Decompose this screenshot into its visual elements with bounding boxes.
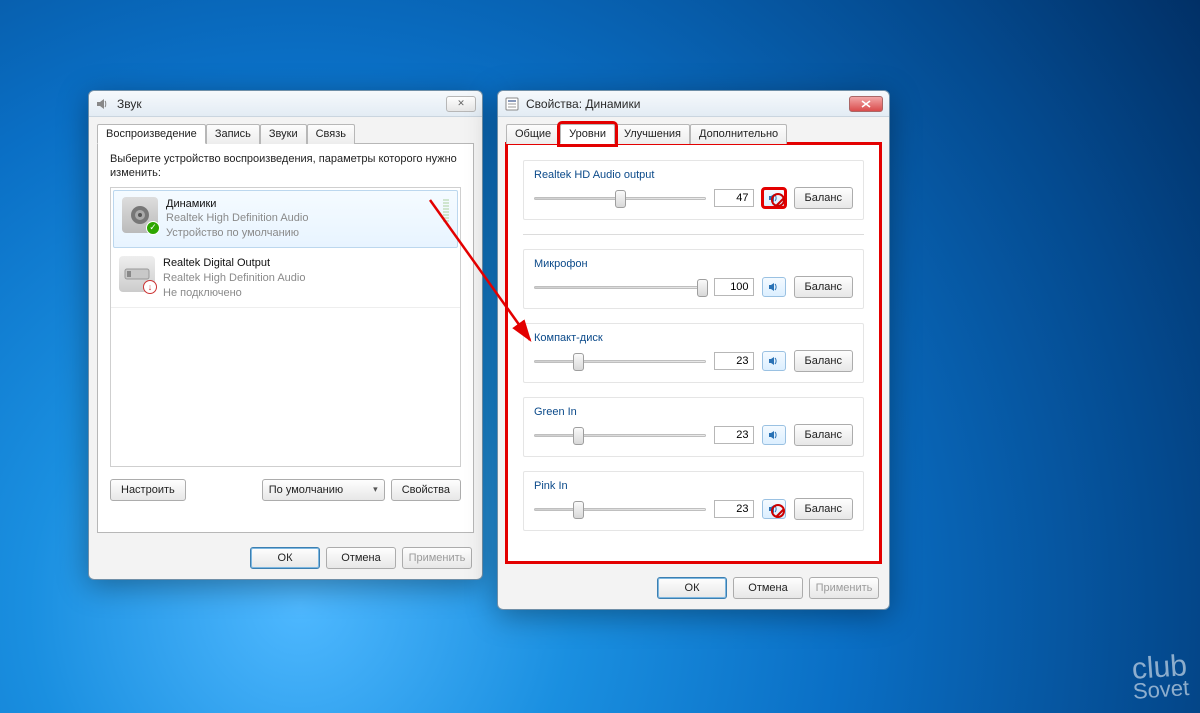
device-name: Realtek Digital Output [163,256,305,271]
tab-levels[interactable]: Уровни [560,124,615,144]
desktop: Звук ✕ Воспроизведение Запись Звуки Связ… [0,0,1200,713]
default-check-icon: ✓ [146,221,160,235]
volume-value[interactable] [714,189,754,207]
properties-icon [504,96,520,112]
configure-button[interactable]: Настроить [110,479,186,501]
device-driver: Realtek High Definition Audio [166,211,308,226]
sound-tabs: Воспроизведение Запись Звуки Связь [89,117,482,143]
instruction-text: Выберите устройство воспроизведения, пар… [110,152,461,181]
sound-titlebar[interactable]: Звук ✕ [89,91,482,117]
levels-tab-body: Realtek HD Audio output Баланс Микрофон [506,143,881,563]
speaker-icon [768,355,780,367]
volume-value[interactable] [714,352,754,370]
level-label: Pink In [534,480,853,492]
sound-title: Звук [117,97,142,111]
tab-general[interactable]: Общие [506,124,560,144]
balance-button[interactable]: Баланс [794,187,853,209]
speaker-icon [95,96,111,112]
tab-communications[interactable]: Связь [307,124,355,144]
watermark-line2: Sovet [1132,678,1189,701]
device-item[interactable]: ✓ Динамики Realtek High Definition Audio… [113,190,458,249]
props-dialog-buttons: ОК Отмена Применить [498,571,889,609]
mute-button[interactable] [762,425,786,445]
properties-window: Свойства: Динамики Общие Уровни Улучшени… [497,90,890,610]
watermark: club Sovet [1130,653,1189,701]
properties-button[interactable]: Свойства [391,479,461,501]
level-group: Realtek HD Audio output Баланс [523,160,864,220]
level-meter-icon [443,199,449,222]
speaker-icon [768,192,780,204]
apply-button[interactable]: Применить [402,547,472,569]
props-titlebar[interactable]: Свойства: Динамики [498,91,889,117]
ok-button[interactable]: ОК [657,577,727,599]
cancel-button[interactable]: Отмена [733,577,803,599]
default-dropdown[interactable]: По умолчанию [262,479,385,501]
volume-slider[interactable] [534,425,706,445]
volume-value[interactable] [714,500,754,518]
device-driver: Realtek High Definition Audio [163,271,305,286]
volume-slider[interactable] [534,351,706,371]
balance-button[interactable]: Баланс [794,498,853,520]
sound-tab-body: Выберите устройство воспроизведения, пар… [97,143,474,533]
disconnected-icon: ↓ [143,280,157,294]
tab-advanced[interactable]: Дополнительно [690,124,787,144]
default-dropdown-label: По умолчанию [269,484,343,496]
level-label: Green In [534,406,853,418]
apply-button[interactable]: Применить [809,577,879,599]
level-label: Компакт-диск [534,332,853,344]
digital-output-icon: ↓ [119,256,155,292]
sound-dialog-buttons: ОК Отмена Применить [89,541,482,579]
level-group: Компакт-диск Баланс [523,323,864,383]
speaker-icon [768,281,780,293]
device-status: Устройство по умолчанию [166,226,308,241]
props-tabs: Общие Уровни Улучшения Дополнительно [498,117,889,143]
close-icon[interactable]: ✕ [446,96,476,112]
balance-button[interactable]: Баланс [794,350,853,372]
level-label: Realtek HD Audio output [534,169,853,181]
device-status: Не подключено [163,286,305,301]
speaker-icon [768,429,780,441]
level-label: Микрофон [534,258,853,270]
tab-recording[interactable]: Запись [206,124,260,144]
volume-value[interactable] [714,426,754,444]
speaker-device-icon: ✓ [122,197,158,233]
level-group: Pink In Баланс [523,471,864,531]
balance-button[interactable]: Баланс [794,424,853,446]
sound-window: Звук ✕ Воспроизведение Запись Звуки Связ… [88,90,483,580]
mute-button[interactable] [762,277,786,297]
device-item[interactable]: ↓ Realtek Digital Output Realtek High De… [111,250,460,308]
close-icon[interactable] [849,96,883,112]
level-group: Green In Баланс [523,397,864,457]
mute-button[interactable] [762,351,786,371]
cancel-button[interactable]: Отмена [326,547,396,569]
ok-button[interactable]: ОК [250,547,320,569]
device-name: Динамики [166,197,308,212]
mute-button[interactable] [762,188,786,208]
volume-slider[interactable] [534,188,706,208]
balance-button[interactable]: Баланс [794,276,853,298]
speaker-icon [768,503,780,515]
props-title: Свойства: Динамики [526,97,640,111]
level-group: Микрофон Баланс [523,249,864,309]
volume-slider[interactable] [534,499,706,519]
tab-enhancements[interactable]: Улучшения [615,124,690,144]
volume-slider[interactable] [534,277,706,297]
tab-sounds[interactable]: Звуки [260,124,307,144]
divider [523,234,864,235]
volume-value[interactable] [714,278,754,296]
mute-button[interactable] [762,499,786,519]
tab-playback[interactable]: Воспроизведение [97,124,206,144]
device-list[interactable]: ✓ Динамики Realtek High Definition Audio… [110,187,461,467]
